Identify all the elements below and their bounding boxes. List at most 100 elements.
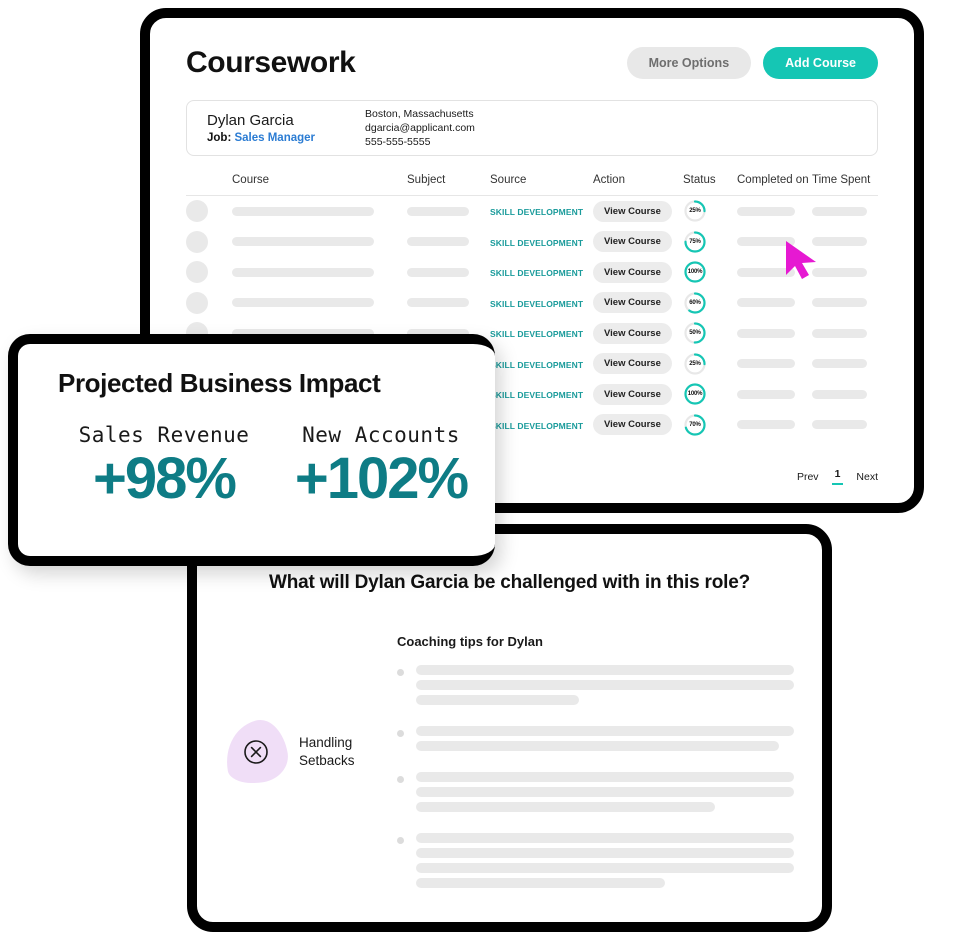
time-spent-placeholder <box>812 206 867 216</box>
tip-line-placeholder <box>416 863 794 873</box>
view-course-button[interactable]: View Course <box>593 322 672 344</box>
view-course-button[interactable]: View Course <box>593 261 672 283</box>
metric-value: +98% <box>93 446 237 511</box>
subject-placeholder <box>407 267 469 277</box>
source-tag[interactable]: SKILL DEVELOPMENT <box>490 207 583 217</box>
row-source-cell: SKILL DEVELOPMENT <box>490 324 593 342</box>
course-placeholder <box>232 267 374 277</box>
tip-line-placeholder <box>416 848 794 858</box>
column-header-status: Status <box>683 174 716 186</box>
status-progress-ring: 60% <box>683 291 707 315</box>
row-time-spent-cell <box>812 298 872 308</box>
row-course-cell <box>232 267 407 277</box>
projected-impact-card: Projected Business Impact Sales Revenue … <box>8 334 495 566</box>
row-source-cell: SKILL DEVELOPMENT <box>490 355 593 373</box>
person-email: dgarcia@applicant.com <box>365 121 475 134</box>
subject-placeholder <box>407 237 469 247</box>
coaching-tips-subtitle: Coaching tips for Dylan <box>397 634 543 649</box>
row-action-cell: View Course <box>593 383 683 405</box>
row-source-cell: SKILL DEVELOPMENT <box>490 294 593 312</box>
person-contact: Boston, Massachusetts dgarcia@applicant.… <box>365 107 475 150</box>
metric-sales-revenue: Sales Revenue +98% <box>58 423 270 510</box>
pagination-prev[interactable]: Prev <box>797 471 819 483</box>
row-avatar-cell <box>186 200 232 223</box>
status-percent-label: 100% <box>687 391 703 398</box>
coaching-tip-item <box>397 833 794 893</box>
status-progress-ring: 100% <box>683 382 707 406</box>
view-course-button[interactable]: View Course <box>593 383 672 405</box>
subject-placeholder <box>407 298 469 308</box>
status-percent-label: 50% <box>689 330 701 337</box>
row-completed-on-cell <box>737 298 812 308</box>
metric-label: Sales Revenue <box>78 423 250 447</box>
source-tag[interactable]: SKILL DEVELOPMENT <box>490 299 583 309</box>
tip-line-placeholder <box>416 802 715 812</box>
row-time-spent-cell <box>812 389 872 399</box>
source-tag[interactable]: SKILL DEVELOPMENT <box>490 421 583 431</box>
tip-lines <box>416 772 794 817</box>
view-course-button[interactable]: View Course <box>593 231 672 253</box>
header-actions: More Options Add Course <box>626 47 878 79</box>
row-status-cell: 100% <box>683 382 737 406</box>
person-name: Dylan Garcia <box>207 112 294 129</box>
source-tag[interactable]: SKILL DEVELOPMENT <box>490 390 583 400</box>
view-course-button[interactable]: View Course <box>593 414 672 436</box>
more-options-button[interactable]: More Options <box>626 47 752 79</box>
view-course-button[interactable]: View Course <box>593 200 672 222</box>
row-time-spent-cell <box>812 267 872 277</box>
status-percent-label: 70% <box>689 421 701 428</box>
completed-on-placeholder <box>737 206 795 216</box>
row-completed-on-cell <box>737 359 812 369</box>
time-spent-placeholder <box>812 298 867 308</box>
pagination-next[interactable]: Next <box>856 471 878 483</box>
completed-on-placeholder <box>737 237 795 247</box>
source-tag[interactable]: SKILL DEVELOPMENT <box>490 329 583 339</box>
metric-value: +102% <box>294 446 469 511</box>
column-header-time-spent: Time Spent <box>812 174 871 186</box>
topic-label-line-2: Setbacks <box>299 753 355 768</box>
row-completed-on-cell <box>737 420 812 430</box>
row-course-cell <box>232 206 407 216</box>
time-spent-placeholder <box>812 420 867 430</box>
table-row: SKILL DEVELOPMENT View Course 100% <box>186 257 878 288</box>
person-job-prefix: Job: <box>207 132 232 144</box>
row-time-spent-cell <box>812 206 872 216</box>
bullet-dot-icon <box>397 730 404 737</box>
subject-placeholder <box>407 206 469 216</box>
row-action-cell: View Course <box>593 200 683 222</box>
row-completed-on-cell <box>737 206 812 216</box>
source-tag[interactable]: SKILL DEVELOPMENT <box>490 238 583 248</box>
time-spent-placeholder <box>812 328 867 338</box>
source-tag[interactable]: SKILL DEVELOPMENT <box>490 360 583 370</box>
row-action-cell: View Course <box>593 292 683 314</box>
coaching-tip-item <box>397 665 794 710</box>
topic-blob <box>220 716 292 788</box>
person-phone: 555-555-5555 <box>365 136 431 149</box>
challenge-content: What will Dylan Garcia be challenged wit… <box>197 534 822 922</box>
add-course-button[interactable]: Add Course <box>763 47 878 79</box>
row-time-spent-cell <box>812 359 872 369</box>
row-completed-on-cell <box>737 237 812 247</box>
avatar <box>186 230 208 253</box>
row-subject-cell <box>407 298 490 308</box>
row-status-cell: 25% <box>683 352 737 376</box>
completed-on-placeholder <box>737 420 795 430</box>
person-job-link[interactable]: Sales Manager <box>234 132 315 144</box>
row-status-cell: 100% <box>683 260 737 284</box>
coaching-tip-item <box>397 772 794 817</box>
row-completed-on-cell <box>737 328 812 338</box>
status-progress-ring: 100% <box>683 260 707 284</box>
view-course-button[interactable]: View Course <box>593 292 672 314</box>
avatar <box>186 261 208 284</box>
source-tag[interactable]: SKILL DEVELOPMENT <box>490 268 583 278</box>
challenge-topic: Handling Setbacks <box>220 665 397 909</box>
status-progress-ring: 25% <box>683 352 707 376</box>
view-course-button[interactable]: View Course <box>593 353 672 375</box>
bullet-dot-icon <box>397 837 404 844</box>
row-action-cell: View Course <box>593 414 683 436</box>
pagination-page-1[interactable]: 1 <box>831 468 844 485</box>
row-time-spent-cell <box>812 328 872 338</box>
tip-line-placeholder <box>416 878 666 888</box>
completed-on-placeholder <box>737 389 795 399</box>
tip-lines <box>416 726 794 756</box>
